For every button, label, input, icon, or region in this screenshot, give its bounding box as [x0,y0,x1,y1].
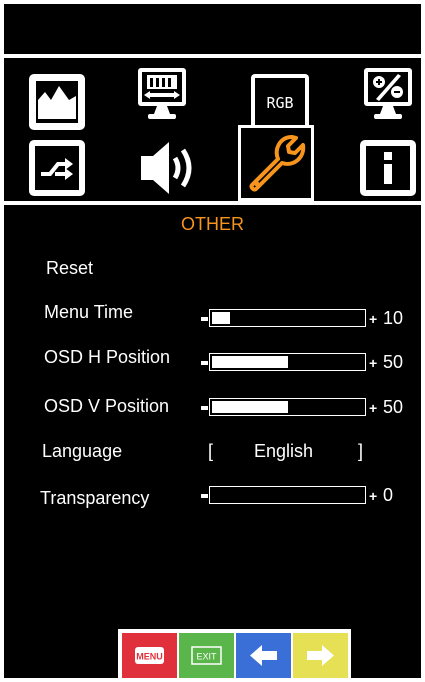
exit-button-label: EXIT [196,652,217,662]
icon-separator [4,201,421,205]
menu-button[interactable]: MENU [122,633,177,678]
rgb-label: RGB [266,94,293,112]
language-label: Language [42,441,123,461]
osd-h-position-value: 50 [383,352,404,372]
slider-fill [212,401,288,413]
top-separator [4,54,421,58]
top-bar [4,4,421,54]
right-arrow-button[interactable] [293,633,348,678]
osd-v-position-label: OSD V Position [44,396,170,416]
information-icon[interactable] [356,136,420,200]
reset-label[interactable]: Reset [46,258,93,279]
section-title: OTHER [181,214,244,234]
increase-icon: + [369,488,378,504]
increase-icon: + [369,400,378,416]
osd-panel: RGB OTHER Reset Menu Time + 10 OSD H Pos… [4,4,421,678]
slider-track [209,309,366,327]
language-close-bracket: ] [358,441,364,461]
decrease-icon [201,406,208,410]
display-position-icon[interactable] [130,66,194,130]
slider-fill [212,312,230,324]
audio-icon[interactable] [137,136,201,200]
decrease-icon [201,494,208,498]
osd-v-position-value: 50 [383,397,404,417]
exit-button[interactable]: EXIT [179,633,234,678]
button-bar: MENU EXIT [118,629,351,678]
increase-icon: + [369,311,378,327]
input-source-icon[interactable] [25,136,89,200]
picture-icon[interactable] [25,70,89,134]
other-settings-icon[interactable] [238,125,314,201]
decrease-icon [201,361,208,365]
transparency-value: 0 [383,485,394,505]
osd-h-position-label: OSD H Position [44,347,171,367]
decrease-icon [201,317,208,321]
slider-track [209,398,366,416]
left-arrow-button[interactable] [236,633,291,678]
language-open-bracket: [ [208,441,214,461]
transparency-label: Transparency [40,488,150,508]
slider-track [209,353,366,371]
increase-icon: + [369,355,378,371]
slider-fill [212,356,288,368]
slider-track [209,486,366,504]
language-value: English [254,441,314,461]
menu-time-label: Menu Time [44,302,134,322]
percent-ratio-icon[interactable] [356,66,420,130]
menu-button-label: MENU [136,652,163,662]
menu-time-value: 10 [383,308,404,328]
